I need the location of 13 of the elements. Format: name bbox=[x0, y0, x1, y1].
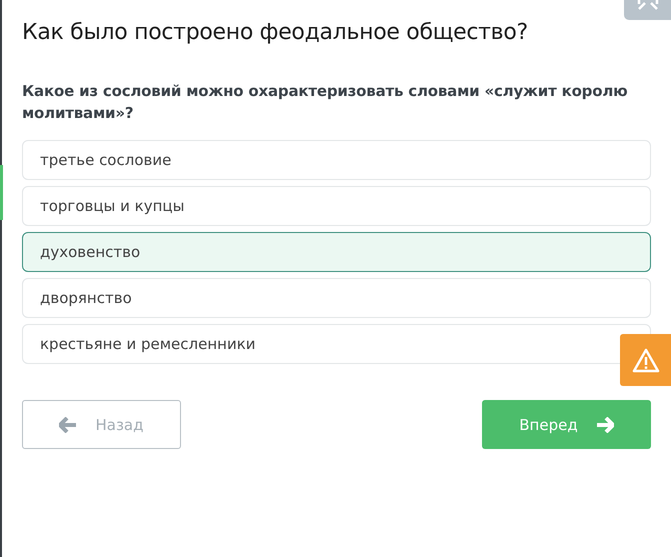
question-text: Какое из сословий можно охарактеризовать словами «служит королю молитвами»? bbox=[22, 81, 628, 124]
expand-icon bbox=[636, 0, 658, 10]
page-title: Как было построено феодальное общество? bbox=[22, 19, 529, 47]
answer-option[interactable]: третье сословие bbox=[22, 140, 651, 180]
warning-icon bbox=[632, 348, 660, 372]
answer-option[interactable]: духовенство bbox=[22, 232, 651, 272]
arrow-left-icon bbox=[59, 416, 78, 432]
answer-option[interactable]: торговцы и купцы bbox=[22, 186, 651, 226]
expand-button[interactable] bbox=[624, 0, 671, 20]
answer-option[interactable]: крестьяне и ремесленники bbox=[22, 324, 651, 364]
answer-option[interactable]: дворянство bbox=[22, 278, 651, 318]
arrow-right-icon bbox=[596, 416, 614, 432]
report-button[interactable] bbox=[620, 334, 671, 386]
